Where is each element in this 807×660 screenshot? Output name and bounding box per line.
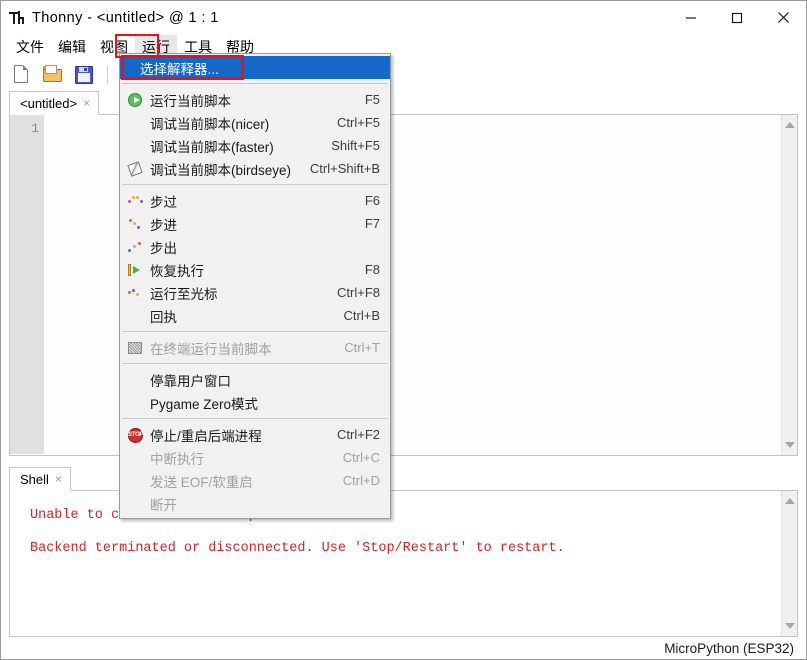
menu-item-resume[interactable]: 恢复执行 F8: [120, 258, 390, 281]
menu-item-pygame-zero-mode[interactable]: Pygame Zero模式: [120, 391, 390, 414]
new-file-icon[interactable]: [11, 64, 33, 86]
menu-item-debug-birdseye[interactable]: 调试当前脚本(birdseye) Ctrl+Shift+B: [120, 157, 390, 180]
window-controls: [668, 1, 806, 34]
menu-item-stop-restart-backend[interactable]: STOP 停止/重启后端进程 Ctrl+F2: [120, 423, 390, 446]
menu-separator: [122, 363, 388, 364]
status-bar: MicroPython (ESP32): [1, 637, 806, 659]
menu-item-dock-user-window[interactable]: 停靠用户窗口: [120, 368, 390, 391]
blank-icon: [126, 450, 146, 466]
menu-file[interactable]: 文件: [9, 35, 51, 59]
menu-item-disconnect[interactable]: 断开: [120, 492, 390, 515]
menu-item-debug-faster[interactable]: 调试当前脚本(faster) Shift+F5: [120, 134, 390, 157]
menu-item-step-into[interactable]: 步进 F7: [120, 212, 390, 235]
thonny-window: Thonny - <untitled> @ 1 : 1 文件 编辑 视图 运行 …: [0, 0, 807, 660]
open-folder-icon[interactable]: [42, 64, 64, 86]
shell-output-line-2: Backend terminated or disconnected. Use …: [30, 541, 565, 556]
scroll-down-icon[interactable]: [782, 437, 798, 453]
blank-icon: [126, 138, 146, 154]
window-title: Thonny - <untitled> @ 1 : 1: [32, 9, 219, 26]
save-disk-icon[interactable]: [73, 64, 95, 86]
line-number: 1: [31, 121, 39, 136]
menu-separator: [122, 418, 388, 419]
interpreter-status[interactable]: MicroPython (ESP32): [664, 641, 794, 656]
birdseye-icon: [126, 160, 146, 177]
blank-icon: [126, 496, 146, 512]
shell-tab-label: Shell: [20, 471, 49, 487]
menu-item-run-in-terminal[interactable]: 在终端运行当前脚本 Ctrl+T: [120, 336, 390, 359]
menu-separator: [122, 83, 388, 84]
shell-tab[interactable]: Shell ×: [9, 467, 71, 491]
menu-item-run-current-script[interactable]: 运行当前脚本 F5: [120, 88, 390, 111]
menu-item-step-out[interactable]: 步出: [120, 235, 390, 258]
editor-tab-close-icon[interactable]: ×: [83, 96, 90, 110]
step-into-icon: [126, 216, 146, 232]
shell-scroll-down-icon[interactable]: [782, 618, 798, 634]
blank-icon: [126, 473, 146, 489]
run-dropdown-menu: 选择解释器... 运行当前脚本 F5 调试当前脚本(nicer) Ctrl+F5…: [119, 53, 391, 519]
menu-item-step-back[interactable]: 回执 Ctrl+B: [120, 304, 390, 327]
run-to-cursor-icon: [126, 285, 146, 301]
editor-tab-untitled[interactable]: <untitled> ×: [9, 91, 100, 115]
scroll-up-icon[interactable]: [782, 117, 798, 133]
blank-icon: [126, 115, 146, 131]
stop-icon: STOP: [126, 427, 146, 443]
menu-item-select-interpreter[interactable]: 选择解释器...: [120, 56, 390, 79]
editor-tab-label: <untitled>: [20, 95, 78, 111]
blank-icon: [126, 372, 146, 388]
shell-scroll-up-icon[interactable]: [782, 493, 798, 509]
menu-item-interrupt-execution[interactable]: 中断执行 Ctrl+C: [120, 446, 390, 469]
toolbar-separator: [107, 66, 108, 84]
line-number-gutter: 1: [10, 115, 44, 454]
title-bar: Thonny - <untitled> @ 1 : 1: [1, 1, 806, 34]
shell-tab-close-icon[interactable]: ×: [55, 472, 62, 486]
blank-icon: [126, 395, 146, 411]
blank-icon: [126, 308, 146, 324]
menu-edit[interactable]: 编辑: [51, 35, 93, 59]
menu-item-send-eof-soft-reboot[interactable]: 发送 EOF/软重启 Ctrl+D: [120, 469, 390, 492]
editor-vertical-scrollbar[interactable]: [781, 115, 797, 455]
step-out-icon: [126, 239, 146, 255]
menu-separator: [122, 331, 388, 332]
close-button[interactable]: [760, 1, 806, 34]
shell-vertical-scrollbar[interactable]: [781, 491, 797, 636]
resume-icon: [126, 262, 146, 278]
thonny-logo-icon: [9, 10, 25, 26]
menu-item-run-to-cursor[interactable]: 运行至光标 Ctrl+F8: [120, 281, 390, 304]
menu-item-step-over[interactable]: 步过 F6: [120, 189, 390, 212]
step-over-icon: [126, 193, 146, 209]
minimize-button[interactable]: [668, 1, 714, 34]
maximize-button[interactable]: [714, 1, 760, 34]
terminal-icon: [126, 340, 146, 356]
run-play-icon: [126, 92, 146, 108]
menu-item-debug-nicer[interactable]: 调试当前脚本(nicer) Ctrl+F5: [120, 111, 390, 134]
menu-separator: [122, 184, 388, 185]
